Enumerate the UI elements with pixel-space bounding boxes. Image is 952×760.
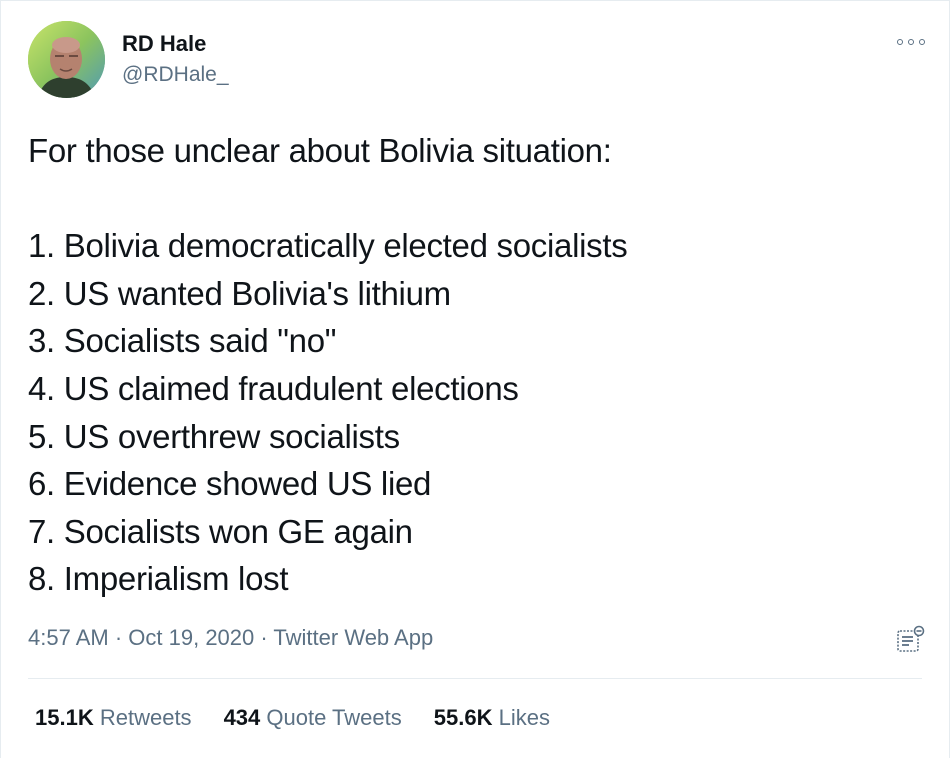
divider [28,678,922,679]
avatar[interactable] [28,21,105,98]
tweet-intro: For those unclear about Bolivia situatio… [28,132,612,169]
quote-tweets-label: Quote Tweets [266,705,402,730]
likes-label: Likes [498,705,550,730]
tweet-source-app[interactable]: Twitter Web App [273,625,433,650]
list-item: 1. Bolivia democratically elected social… [28,227,628,265]
retweets-label: Retweets [99,705,192,730]
dot [897,39,903,45]
display-name[interactable]: RD Hale [122,31,206,57]
retweets-count: 15.1K [35,705,94,730]
list-item: 4. US claimed fraudulent elections [28,369,519,407]
list-item: 5. US overthrew socialists [28,417,400,455]
likes-count: 55.6K [433,705,493,730]
tweet-date[interactable]: Oct 19, 2020 [128,625,254,650]
dot [908,39,914,45]
meta-separator: · [108,625,129,650]
likes-stat[interactable]: 55.6K Likes [434,705,550,731]
dot [919,39,925,45]
analytics-icon[interactable] [896,625,926,655]
tweet-time[interactable]: 4:57 AM [28,625,109,650]
list-item: 6. Evidence showed US lied [28,465,432,503]
user-handle[interactable]: @RDHale_ [122,63,229,87]
list-item: 3. Socialists said "no" [28,322,337,360]
quote-tweets-stat[interactable]: 434 Quote Tweets [224,705,402,731]
avatar-photo-icon [28,21,105,98]
meta-separator: · [254,625,274,650]
more-horizontal-icon[interactable] [897,35,925,49]
list-item: 2. US wanted Bolivia's lithium [28,274,451,312]
quote-tweets-count: 434 [223,705,261,730]
list-item: 7. Socialists won GE again [28,512,413,550]
retweets-stat[interactable]: 15.1K Retweets [35,705,192,731]
list-item: 8. Imperialism lost [28,560,289,598]
tweet-stats: 15.1K Retweets 434 Quote Tweets 55.6K Li… [35,705,550,731]
tweet-text: For those unclear about Bolivia situatio… [28,127,908,603]
tweet-card: RD Hale @RDHale_ For those unclear about… [0,0,950,758]
tweet-meta: 4:57 AM · Oct 19, 2020 · Twitter Web App [28,625,433,651]
